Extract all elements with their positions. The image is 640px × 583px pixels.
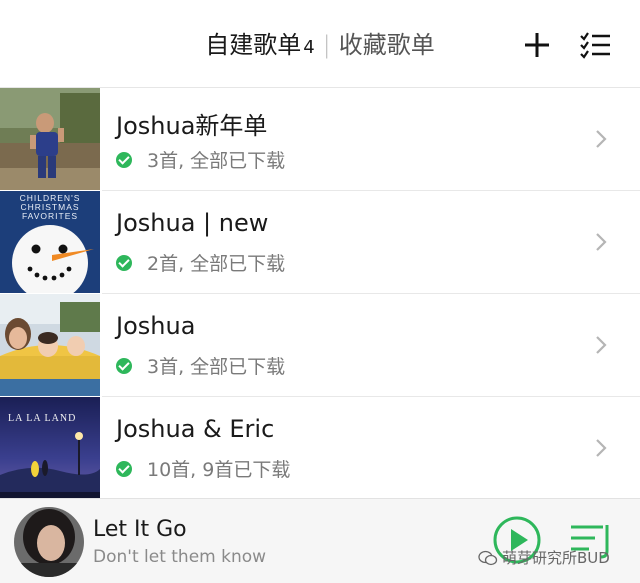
downloaded-check-icon [116,357,132,374]
downloaded-check-icon [116,460,132,477]
header: 自建歌单 4 | 收藏歌单 [0,0,640,88]
watermark-text: 萌芽研究所BUD [502,549,610,567]
playlist-cover-photo [0,294,100,396]
now-playing-lyric: Don't let them know [93,547,267,567]
watermark: 萌芽研究所BUD [478,547,610,568]
playlist-status: 2首, 全部已下载 [116,249,285,276]
playlist-title: Joshua新年单 [116,112,268,140]
playlist-row[interactable]: LA LA LAND Joshua & Eric 10首, 9首已下载 [0,397,640,500]
playlist-status-text: 2首, 全部已下载 [147,253,286,275]
playlist-cover-snowman: CHILDREN'S CHRISTMAS FAVORITES [0,191,100,293]
playlist-list: Joshua新年单 3首, 全部已下载 CHILDREN'S CHRISTMAS… [0,88,640,500]
chevron-right-icon [596,336,607,354]
playlist-row[interactable]: Joshua新年单 3首, 全部已下载 [0,88,640,191]
wechat-icon [478,550,498,565]
tab-favorite-playlists[interactable]: 收藏歌单 [339,31,435,59]
chevron-right-icon [596,233,607,251]
playlist-title: Joshua & Eric [116,415,275,443]
cover-title-text: LA LA LAND [8,413,76,424]
downloaded-check-icon [116,254,132,271]
plus-icon[interactable] [520,28,554,62]
playlist-cover-poster: LA LA LAND [0,397,100,499]
cover-text-line: FAVORITES [22,211,78,221]
playlist-cover-photo [0,88,100,190]
chevron-right-icon [596,439,607,457]
playlist-status: 3首, 全部已下载 [116,146,285,173]
tab-separator: | [322,31,331,59]
chevron-right-icon [596,130,607,148]
playlist-status: 3首, 全部已下载 [116,352,285,379]
playlist-status-text: 10首, 9首已下载 [147,459,291,481]
playlist-row[interactable]: Joshua 3首, 全部已下载 [0,294,640,397]
tab-own-count: 4 [303,37,315,58]
mini-player[interactable]: Let It Go Don't let them know 萌芽研究所BUD [0,498,640,583]
playlist-title: Joshua | new [116,209,269,237]
now-playing-title: Let It Go [93,517,187,542]
checklist-icon[interactable] [578,28,612,62]
downloaded-check-icon [116,151,132,168]
avatar[interactable] [14,507,84,577]
playlist-status-text: 3首, 全部已下载 [147,150,286,172]
playlist-status: 10首, 9首已下载 [116,455,290,482]
playlist-title: Joshua [116,312,196,340]
tab-own-label: 自建歌单 [205,31,302,59]
tab-own-playlists[interactable]: 自建歌单 4 [205,31,314,59]
playlist-row[interactable]: CHILDREN'S CHRISTMAS FAVORITES Joshua | … [0,191,640,294]
playlist-status-text: 3首, 全部已下载 [147,356,286,378]
